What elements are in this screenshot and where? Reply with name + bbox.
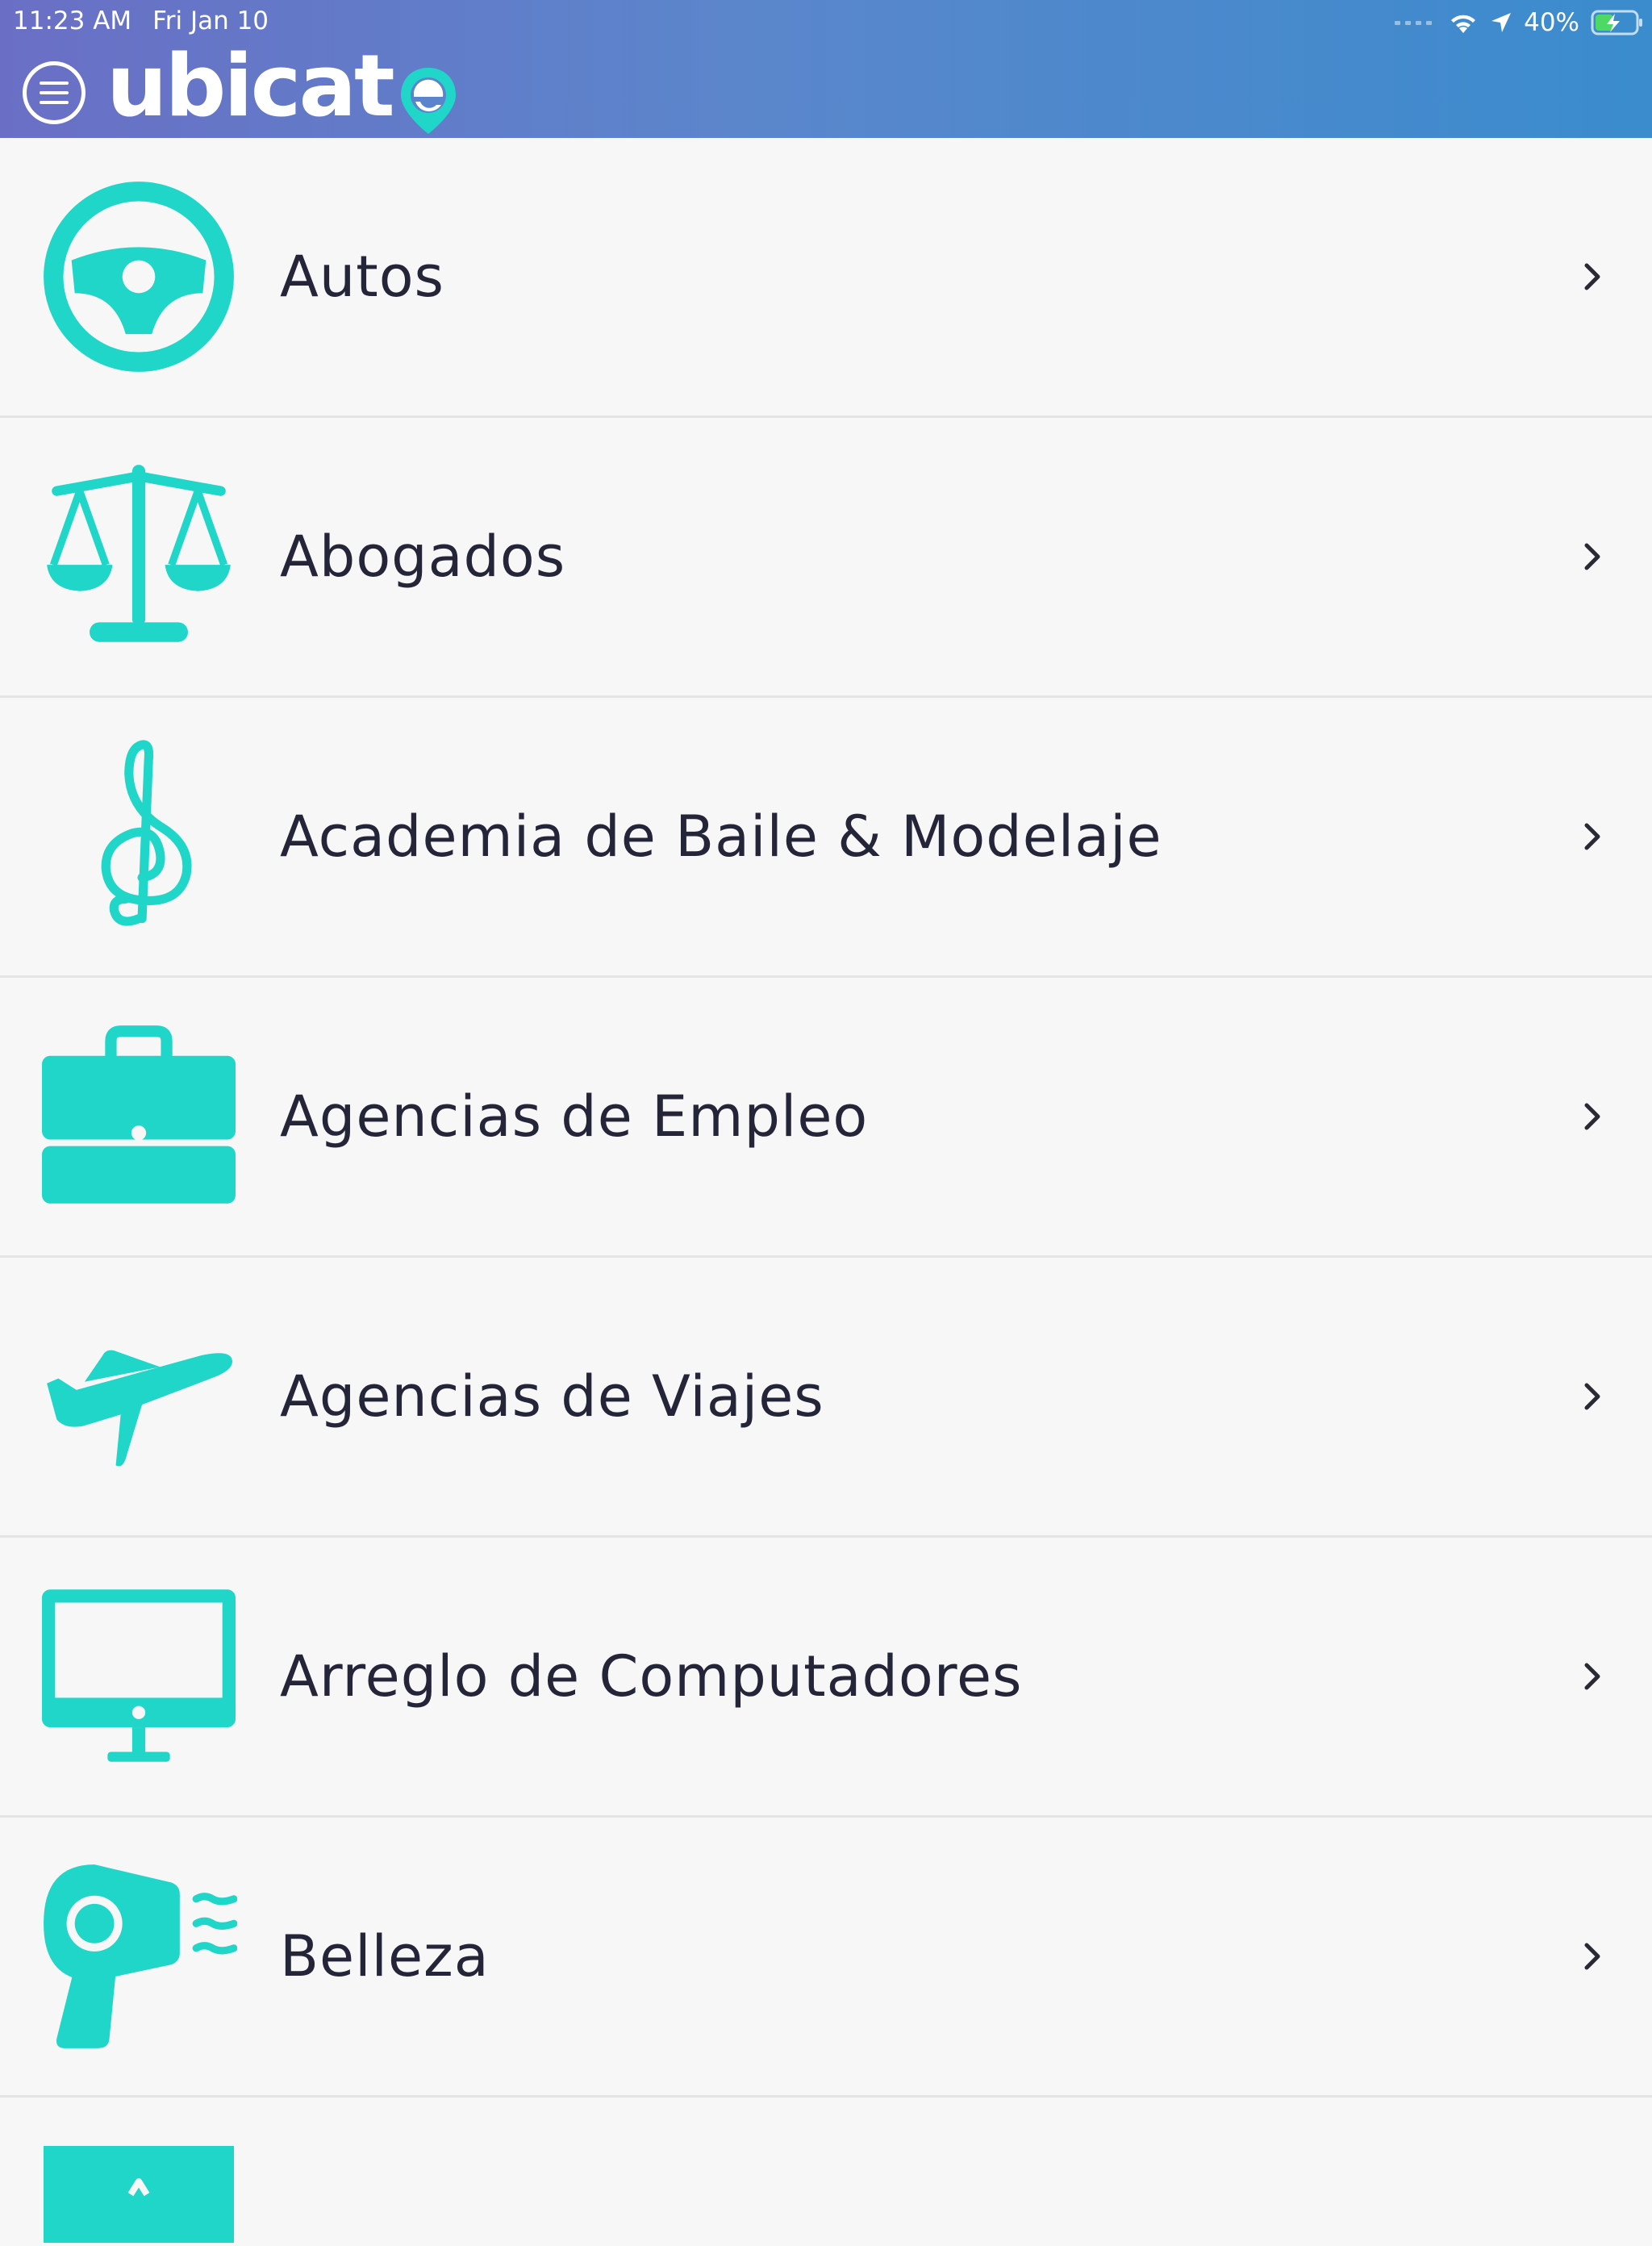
list-item-academia-baile[interactable]: Academia de Baile & Modelaje	[0, 698, 1652, 978]
list-item-arreglo-computadores[interactable]: Arreglo de Computadores	[0, 1538, 1652, 1818]
chevron-right-icon	[1584, 1943, 1600, 1970]
chevron-right-icon	[1584, 1663, 1600, 1690]
list-item-agencias-viajes[interactable]: Agencias de Viajes	[0, 1258, 1652, 1538]
logo-text: ubicat	[106, 35, 395, 136]
list-item-abogados[interactable]: Abogados	[0, 418, 1652, 698]
monitor-icon	[40, 1578, 237, 1775]
hair-dryer-icon	[40, 1858, 237, 2055]
category-icon	[44, 2146, 234, 2243]
app-header: 11:23 AM Fri Jan 10 40% ubicat	[0, 0, 1652, 138]
menu-button[interactable]	[23, 61, 86, 124]
app-logo: ubicat e	[106, 36, 461, 136]
list-item-label: Arreglo de Computadores	[280, 1643, 1023, 1710]
steering-wheel-icon	[40, 178, 237, 375]
list-item-label: Agencias de Empleo	[280, 1083, 869, 1150]
scales-icon	[40, 458, 237, 655]
location-arrow-icon	[1491, 13, 1512, 32]
list-item-agencias-empleo[interactable]: Agencias de Empleo	[0, 978, 1652, 1258]
airplane-icon	[40, 1298, 237, 1495]
status-time: 11:23 AM	[13, 6, 132, 35]
cellular-signal-icon	[1395, 20, 1433, 25]
battery-charging-icon	[1591, 10, 1642, 35]
status-bar-right: 40%	[1395, 6, 1644, 39]
wifi-icon	[1451, 15, 1476, 33]
chevron-right-icon	[1584, 263, 1600, 290]
hamburger-menu-icon	[40, 81, 69, 104]
status-date: Fri Jan 10	[152, 6, 269, 35]
list-item-belleza[interactable]: Belleza	[0, 1818, 1652, 2098]
list-item-label: Autos	[280, 244, 444, 310]
list-item-label: Agencias de Viajes	[280, 1363, 824, 1430]
treble-clef-icon	[40, 738, 237, 935]
battery-percent: 40%	[1524, 8, 1579, 37]
location-pin-icon	[400, 68, 456, 134]
chevron-right-icon	[1584, 1103, 1600, 1130]
category-list: Autos Abogados Academia de Baile & Model…	[0, 138, 1652, 2243]
list-item-autos[interactable]: Autos	[0, 138, 1652, 418]
chevron-right-icon	[1584, 543, 1600, 570]
briefcase-icon	[40, 1018, 237, 1215]
chevron-right-icon	[1584, 823, 1600, 850]
logo-pin-e: e	[396, 58, 461, 134]
list-item-label: Academia de Baile & Modelaje	[280, 804, 1162, 870]
chevron-right-icon	[1584, 1383, 1600, 1410]
status-bar-datetime: 11:23 AM Fri Jan 10	[13, 6, 290, 35]
list-item-label: Abogados	[280, 524, 566, 590]
list-item-label: Belleza	[280, 1923, 490, 1989]
list-item-partial[interactable]	[0, 2098, 1652, 2243]
